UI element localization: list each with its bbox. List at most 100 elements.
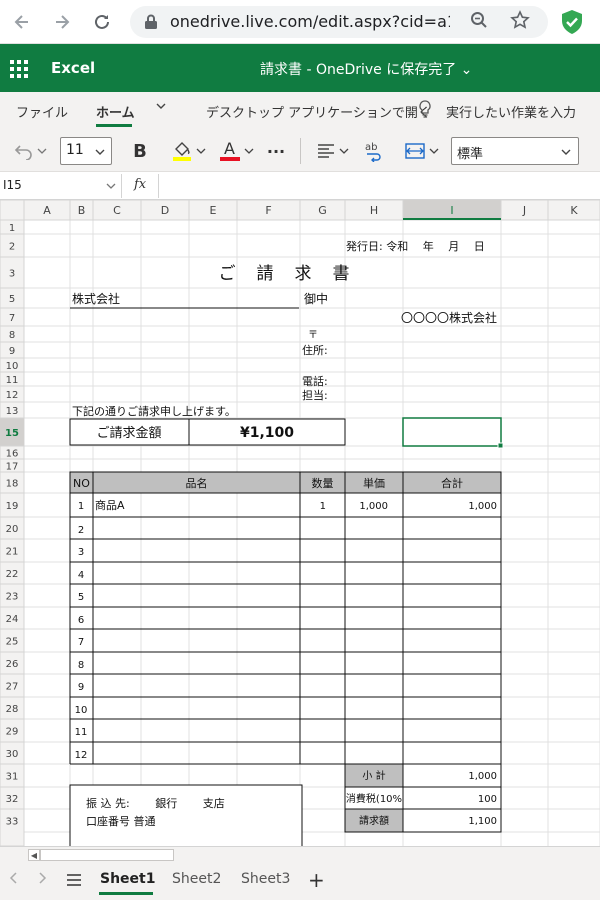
font-size-value: 11 [66, 142, 84, 158]
reload-icon[interactable] [88, 8, 116, 36]
tab-file[interactable]: ファイル [16, 102, 68, 121]
all-sheets-icon[interactable] [66, 873, 82, 891]
wrap-text-icon: ab [365, 142, 381, 162]
item-name: 商品A [95, 498, 125, 512]
grid-canvas[interactable]: A B C D E F G H I J K12357891011121315161718192021… [0, 200, 600, 846]
font-color-swatch [219, 157, 240, 161]
row-header-7: 7 [9, 313, 15, 324]
shield-check-icon[interactable] [560, 9, 584, 39]
back-arrow-icon[interactable] [8, 8, 36, 36]
merge-cells-button[interactable] [402, 139, 440, 163]
row-header-22: 22 [6, 569, 19, 580]
table-header-row [69, 471, 502, 494]
row-header-26: 26 [6, 659, 19, 670]
postal-mark: 〒 [308, 330, 318, 341]
row-header-9: 9 [9, 346, 15, 357]
subtotal-value: 1,000 [468, 771, 497, 782]
row-header-20: 20 [6, 524, 19, 535]
bold-button[interactable]: B [128, 139, 152, 163]
zoom-icon[interactable] [470, 11, 488, 34]
row-header-21: 21 [6, 547, 19, 558]
spreadsheet-grid[interactable]: A B C D E F G H I J K 1 2 3 5 7 8 9 10 11 12 13 15 16 17 18 19 20 21… [0, 200, 600, 846]
row-header-17: 17 [6, 462, 19, 473]
row-header-28: 28 [6, 704, 19, 715]
document-title[interactable]: 請求書 - OneDrive に保存完了 ⌄ [260, 59, 472, 79]
column-header-H: H [370, 204, 378, 217]
tab-open-desktop[interactable]: デスクトップ アプリケーションで開く [206, 102, 431, 121]
wrap-text-button[interactable]: ab [362, 139, 386, 163]
undo-button[interactable] [12, 139, 48, 163]
font-size-select[interactable]: 11 [60, 137, 112, 165]
contact-label: 担当: [302, 388, 328, 402]
browser-toolbar: onedrive.live.com/edit.aspx?cid=a1... [0, 0, 600, 44]
column-header-D: D [161, 204, 169, 217]
row-header-29: 29 [6, 727, 19, 738]
column-header-G: G [318, 204, 327, 217]
svg-text:ab: ab [365, 142, 377, 153]
chevron-down-icon[interactable] [155, 100, 167, 116]
font-color-label: A [224, 139, 235, 158]
paint-bucket-icon [172, 142, 191, 161]
forward-arrow-icon[interactable] [48, 8, 76, 36]
table-header-3: 単価 [363, 476, 385, 490]
scrollbar-thumb[interactable] [40, 849, 174, 861]
url-text[interactable]: onedrive.live.com/edit.aspx?cid=a1... [170, 12, 450, 31]
row-header-23: 23 [6, 592, 19, 603]
tell-me-search[interactable]: 実行したい作業を入力 [446, 102, 576, 121]
sheet-tab-bar: Sheet1 Sheet2 Sheet3 + [0, 862, 600, 900]
item-no: 5 [78, 592, 84, 603]
align-button[interactable] [314, 139, 350, 163]
app-launcher-icon[interactable] [10, 60, 28, 78]
item-no: 4 [78, 570, 84, 581]
number-format-select[interactable]: 標準 [451, 137, 579, 165]
item-no: 10 [75, 705, 88, 716]
address-bar[interactable]: onedrive.live.com/edit.aspx?cid=a1... [130, 6, 548, 38]
tab-home[interactable]: ホーム [96, 102, 135, 121]
name-box[interactable]: I15 [0, 174, 122, 198]
item-no: 8 [78, 660, 84, 671]
horizontal-scrollbar[interactable]: ◀ [0, 846, 600, 862]
issue-date: 発行日: 令和 年 月 日 [346, 239, 485, 253]
row-header-13: 13 [6, 406, 19, 417]
column-header-J: J [522, 204, 526, 217]
next-sheet-icon[interactable] [38, 871, 48, 889]
amount-value: ¥1,100 [240, 425, 294, 441]
app-name[interactable]: Excel [51, 59, 95, 77]
row-header-19: 19 [6, 501, 19, 512]
ribbon-toolbar: 11 B A ··· ab 標準 [0, 130, 600, 172]
amount-label: ご請求金額 [96, 425, 161, 441]
add-sheet-button[interactable]: + [308, 868, 325, 892]
item-no: 1 [78, 501, 84, 512]
intro-text: 下記の通りご請求申し上げます。 [72, 404, 236, 418]
select-all-corner[interactable] [0, 200, 25, 221]
selection-fill-handle[interactable] [497, 442, 504, 449]
sheet-tab-sheet2[interactable]: Sheet2 [172, 871, 221, 887]
table-header-0: NO [73, 477, 90, 490]
star-icon[interactable] [510, 10, 530, 35]
column-header-A: A [43, 204, 51, 217]
lock-icon [144, 14, 158, 34]
item-price: 1,000 [359, 501, 388, 512]
column-header-K: K [570, 204, 578, 217]
previous-sheet-icon[interactable] [8, 871, 18, 889]
sheet-tab-sheet3[interactable]: Sheet3 [241, 871, 290, 887]
more-options-button[interactable]: ··· [262, 139, 290, 163]
scroll-left-icon[interactable]: ◀ [28, 849, 40, 861]
cell-reference: I15 [3, 178, 22, 192]
formula-input[interactable] [158, 174, 600, 198]
item-total: 1,000 [468, 501, 497, 512]
ribbon-tabs: ファイル ホーム デスクトップ アプリケーションで開く 実行したい作業を入力 [0, 92, 600, 130]
active-tab-indicator [96, 124, 132, 127]
chevron-down-icon [561, 149, 571, 155]
bank-line2: 口座番号 普通 [86, 814, 156, 828]
item-qty: 1 [320, 501, 326, 512]
item-no: 12 [75, 750, 88, 761]
fill-color-button[interactable] [168, 139, 208, 163]
sheet-tab-sheet1[interactable]: Sheet1 [100, 871, 155, 887]
font-color-button[interactable]: A [216, 139, 256, 163]
fx-icon[interactable]: fx [134, 177, 146, 192]
column-header-E: E [210, 204, 217, 217]
row-header-25: 25 [6, 637, 19, 648]
merge-cells-icon [404, 143, 425, 159]
row-header-3: 3 [9, 269, 15, 280]
